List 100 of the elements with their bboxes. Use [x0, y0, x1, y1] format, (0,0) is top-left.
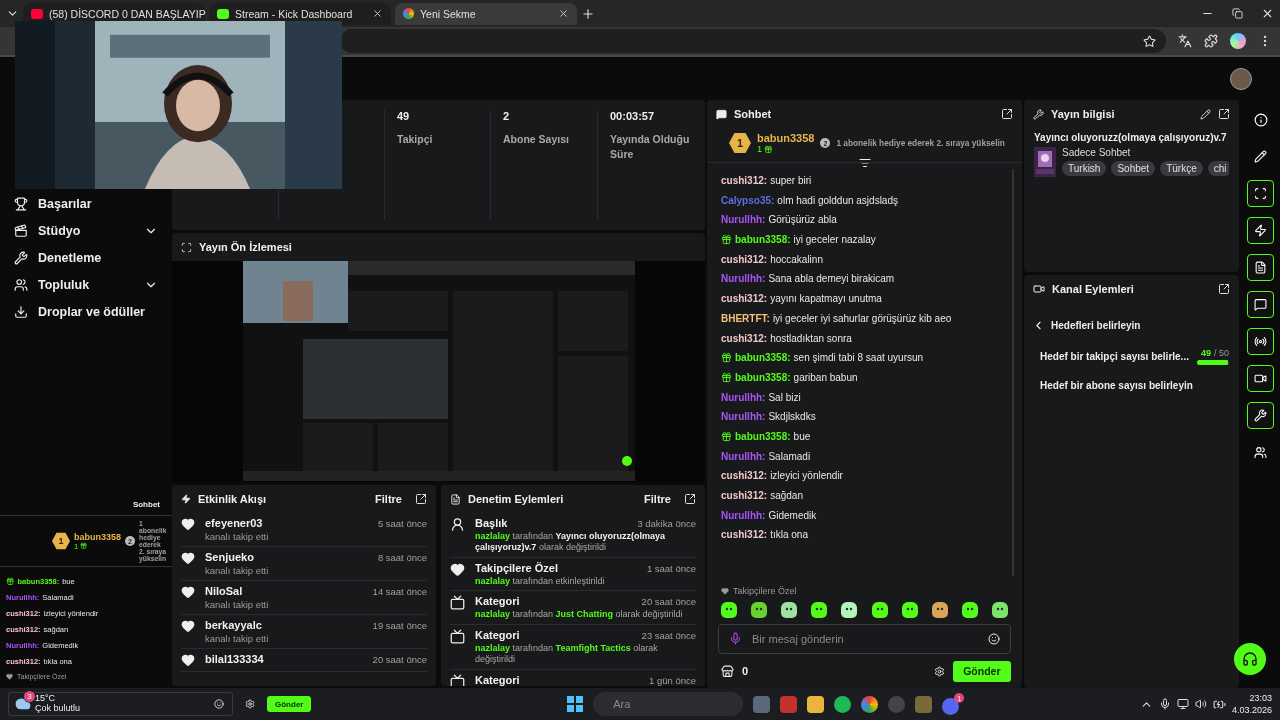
- emote[interactable]: [992, 601, 1008, 618]
- tools-button[interactable]: [1247, 402, 1274, 429]
- sidebar-item[interactable]: Stüdyo: [0, 217, 172, 244]
- folder-icon[interactable]: [807, 695, 825, 713]
- expand-button[interactable]: [1218, 108, 1230, 120]
- filter-button[interactable]: Filtre: [369, 493, 408, 505]
- settings-icon[interactable]: [245, 699, 255, 709]
- edit-button[interactable]: [1200, 108, 1211, 120]
- send-button[interactable]: Gönder: [267, 695, 312, 713]
- back-button[interactable]: Hedefleri belirleyin: [1024, 303, 1239, 342]
- camera-button[interactable]: [1247, 365, 1274, 392]
- browser-tab[interactable]: Yeni Sekme: [395, 2, 577, 25]
- extensions-icon[interactable]: [1204, 34, 1218, 48]
- audit-button[interactable]: [1247, 254, 1274, 281]
- store-icon[interactable]: [721, 664, 734, 678]
- translate-icon[interactable]: [1178, 34, 1192, 48]
- settings-icon[interactable]: [933, 665, 945, 677]
- emoji-icon[interactable]: [988, 632, 1000, 645]
- chat-app-icon[interactable]: [942, 698, 960, 715]
- emote[interactable]: [961, 601, 978, 618]
- message-box[interactable]: Bir mesaj gönderin: [718, 623, 1011, 654]
- chat-message: cushi312: super biri: [721, 175, 813, 186]
- chat-message: Nurullhh: Skdjlskdks: [721, 411, 817, 423]
- network-icon[interactable]: [1176, 698, 1189, 710]
- eyes-icon: [874, 606, 885, 613]
- tag[interactable]: Turkish: [1062, 161, 1107, 176]
- user-avatar[interactable]: [1230, 67, 1252, 90]
- preview-icon: [1254, 187, 1267, 200]
- emote[interactable]: [781, 601, 798, 618]
- close-icon[interactable]: [1261, 7, 1274, 20]
- close-icon[interactable]: [558, 8, 569, 19]
- chat-icon: [1254, 298, 1267, 311]
- pinned-message: 1 abonelik hediye ederek 2. sıraya yükselin: [836, 138, 1005, 148]
- new-tab-icon[interactable]: [581, 6, 595, 21]
- music-app-icon[interactable]: [834, 695, 852, 713]
- expand-button[interactable]: [684, 493, 696, 505]
- event-description: kanalı takip etti: [205, 565, 270, 576]
- close-icon[interactable]: [372, 8, 383, 19]
- eyes-icon: [724, 606, 734, 613]
- gift-icon: [764, 144, 773, 154]
- chat-message: BHERTFT: iyi geceler iyi sahurlar görüşürüz kib aeo: [721, 312, 953, 324]
- kick-icon: [217, 8, 229, 19]
- tag[interactable]: chi: [1207, 161, 1229, 176]
- expand-button[interactable]: [1001, 108, 1013, 120]
- search-box[interactable]: Ara: [593, 692, 744, 716]
- sidebar-item[interactable]: Droplar ve ödüller: [0, 298, 172, 325]
- chat-message: Nurullhh: Salamadi: [721, 450, 812, 462]
- eyes-icon: [934, 606, 945, 613]
- heart-icon: [450, 561, 465, 577]
- heart-icon: [6, 673, 13, 680]
- event-time: 1 gün önce: [649, 674, 696, 686]
- send-button[interactable]: Gönder: [952, 660, 1011, 682]
- action-title: Kategori: [475, 629, 520, 642]
- broadcast-button[interactable]: [1247, 328, 1274, 355]
- emoji-icon[interactable]: [214, 699, 224, 709]
- chat-message: cushi312: yayını kapatmayı unutma: [721, 293, 883, 305]
- emote[interactable]: [751, 601, 768, 618]
- filter-button[interactable]: Filtre: [638, 493, 677, 505]
- follower-name: bilal133334: [205, 653, 264, 665]
- filter-icon[interactable]: [858, 157, 871, 169]
- profile-avatar[interactable]: [1230, 33, 1246, 49]
- expand-button[interactable]: [1218, 283, 1230, 295]
- emote[interactable]: [841, 601, 858, 618]
- weather-condition: Çok bulutlu: [35, 703, 81, 714]
- gift-icon: [721, 352, 732, 364]
- bookmark-star-icon[interactable]: [1143, 34, 1156, 48]
- sidebar-item[interactable]: Denetleme: [0, 244, 172, 271]
- start-icon[interactable]: [567, 696, 584, 712]
- restore-icon[interactable]: [1232, 8, 1243, 19]
- task-view-icon[interactable]: [753, 695, 771, 713]
- events-button[interactable]: [1247, 217, 1274, 244]
- message-input[interactable]: Bir mesaj gönderin: [750, 631, 980, 646]
- preview-button[interactable]: [1247, 180, 1274, 207]
- person-icon: [450, 517, 465, 532]
- emote[interactable]: [901, 601, 918, 618]
- heart-icon: [181, 619, 195, 633]
- game-icon[interactable]: [915, 695, 933, 713]
- sidebar-item[interactable]: Başarılar: [0, 190, 172, 217]
- goal-item[interactable]: Hedef bir takipçi sayısı belirle... 49 / 50: [1024, 342, 1239, 371]
- info-icon: [1253, 112, 1268, 127]
- clock[interactable]: 23:03 4.03.2026: [1231, 693, 1272, 715]
- chrome-icon[interactable]: [861, 695, 879, 713]
- app-icon[interactable]: [780, 695, 798, 713]
- gift-icon: [721, 430, 732, 442]
- emote[interactable]: [931, 601, 948, 618]
- emote[interactable]: [811, 601, 828, 618]
- chat-message: cushi312: tıkla ona: [721, 529, 809, 541]
- browser-tab[interactable]: Stream - Kick Dashboard: [209, 2, 391, 25]
- tag[interactable]: Sohbet: [1111, 161, 1156, 176]
- sidebar-item[interactable]: Topluluk: [0, 271, 172, 298]
- chat-button[interactable]: [1247, 291, 1274, 318]
- microphone-icon[interactable]: [1158, 698, 1171, 710]
- tag[interactable]: Türkçe: [1160, 161, 1203, 176]
- goal-item[interactable]: Hedef bir abone sayısı belirleyin: [1024, 371, 1239, 399]
- emote[interactable]: [721, 601, 737, 618]
- community-icon: [1254, 446, 1267, 459]
- volume-icon[interactable]: [1194, 698, 1207, 710]
- message-input[interactable]: 3 15°C Çok bulutlu: [8, 692, 233, 716]
- emote[interactable]: [871, 601, 888, 618]
- expand-button[interactable]: [415, 493, 427, 505]
